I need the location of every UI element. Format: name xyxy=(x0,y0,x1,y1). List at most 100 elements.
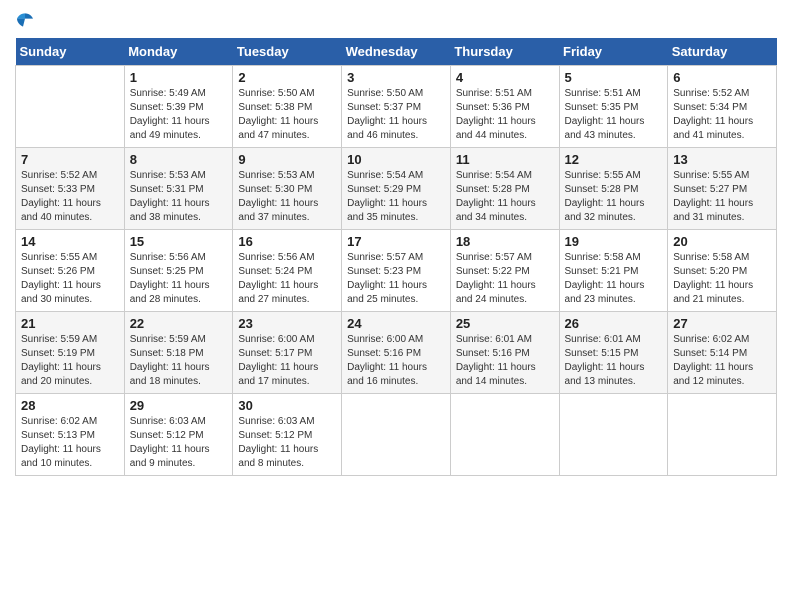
day-info: Sunrise: 6:03 AMSunset: 5:12 PMDaylight:… xyxy=(130,415,228,471)
day-of-week-header: Friday xyxy=(559,38,668,66)
calendar-day-cell: 26 Sunrise: 6:01 AMSunset: 5:15 PMDayligh… xyxy=(559,312,668,394)
day-info: Sunrise: 6:01 AMSunset: 5:15 PMDaylight:… xyxy=(565,333,663,389)
calendar-day-cell: 17Sunrise: 5:57 AMSunset: 5:23 PMDayligh… xyxy=(342,230,451,312)
calendar-day-cell: 20 Sunrise: 5:58 AMSunset: 5:20 PMDayligh… xyxy=(668,230,777,312)
day-number: 27 xyxy=(673,316,771,331)
day-info: Sunrise: 6:00 AMSunset: 5:16 PMDaylight:… xyxy=(347,333,445,389)
day-info: Sunrise: 6:01 AMSunset: 5:16 PMDaylight:… xyxy=(456,333,554,389)
calendar-day-cell xyxy=(668,394,777,476)
day-number: 29 xyxy=(130,398,228,413)
day-number: 22 xyxy=(130,316,228,331)
day-info: Sunrise: 5:55 AMSunset: 5:26 PMDaylight:… xyxy=(21,251,119,307)
day-info: Sunrise: 6:02 AMSunset: 5:13 PMDaylight:… xyxy=(21,415,119,471)
day-of-week-header: Monday xyxy=(124,38,233,66)
calendar-header-row: SundayMondayTuesdayWednesdayThursdayFrid… xyxy=(16,38,777,66)
calendar-day-cell: 23 Sunrise: 6:00 AMSunset: 5:17 PMDayligh… xyxy=(233,312,342,394)
calendar-day-cell xyxy=(16,66,125,148)
day-number: 5 xyxy=(565,70,663,85)
page-container: SundayMondayTuesdayWednesdayThursdayFrid… xyxy=(0,0,792,486)
day-number: 1 xyxy=(130,70,228,85)
day-info: Sunrise: 5:51 AMSunset: 5:36 PMDaylight:… xyxy=(456,87,554,143)
day-number: 19 xyxy=(565,234,663,249)
day-info: Sunrise: 5:55 AMSunset: 5:28 PMDaylight:… xyxy=(565,169,663,225)
day-of-week-header: Tuesday xyxy=(233,38,342,66)
day-number: 15 xyxy=(130,234,228,249)
calendar-day-cell xyxy=(450,394,559,476)
day-number: 9 xyxy=(238,152,336,167)
calendar-day-cell: 4 Sunrise: 5:51 AMSunset: 5:36 PMDaylight… xyxy=(450,66,559,148)
day-number: 6 xyxy=(673,70,771,85)
calendar-day-cell: 21 Sunrise: 5:59 AMSunset: 5:19 PMDayligh… xyxy=(16,312,125,394)
calendar-day-cell: 2 Sunrise: 5:50 AMSunset: 5:38 PMDaylight… xyxy=(233,66,342,148)
day-info: Sunrise: 5:59 AMSunset: 5:19 PMDaylight:… xyxy=(21,333,119,389)
calendar-day-cell: 29 Sunrise: 6:03 AMSunset: 5:12 PMDayligh… xyxy=(124,394,233,476)
day-info: Sunrise: 5:53 AMSunset: 5:30 PMDaylight:… xyxy=(238,169,336,225)
calendar-day-cell: 18 Sunrise: 5:57 AMSunset: 5:22 PMDayligh… xyxy=(450,230,559,312)
calendar-day-cell: 5Sunrise: 5:51 AMSunset: 5:35 PMDaylight… xyxy=(559,66,668,148)
calendar-day-cell: 11 Sunrise: 5:54 AMSunset: 5:28 PMDayligh… xyxy=(450,148,559,230)
day-info: Sunrise: 5:56 AMSunset: 5:25 PMDaylight:… xyxy=(130,251,228,307)
calendar-day-cell xyxy=(342,394,451,476)
day-number: 25 xyxy=(456,316,554,331)
day-info: Sunrise: 5:57 AMSunset: 5:22 PMDaylight:… xyxy=(456,251,554,307)
calendar-day-cell: 9 Sunrise: 5:53 AMSunset: 5:30 PMDaylight… xyxy=(233,148,342,230)
day-number: 4 xyxy=(456,70,554,85)
day-number: 12 xyxy=(565,152,663,167)
calendar-day-cell: 25 Sunrise: 6:01 AMSunset: 5:16 PMDayligh… xyxy=(450,312,559,394)
calendar-day-cell: 15 Sunrise: 5:56 AMSunset: 5:25 PMDayligh… xyxy=(124,230,233,312)
calendar-day-cell: 10 Sunrise: 5:54 AMSunset: 5:29 PMDayligh… xyxy=(342,148,451,230)
day-info: Sunrise: 5:55 AMSunset: 5:27 PMDaylight:… xyxy=(673,169,771,225)
day-number: 21 xyxy=(21,316,119,331)
day-of-week-header: Thursday xyxy=(450,38,559,66)
day-info: Sunrise: 5:58 AMSunset: 5:21 PMDaylight:… xyxy=(565,251,663,307)
day-number: 18 xyxy=(456,234,554,249)
day-number: 7 xyxy=(21,152,119,167)
day-info: Sunrise: 5:58 AMSunset: 5:20 PMDaylight:… xyxy=(673,251,771,307)
day-number: 24 xyxy=(347,316,445,331)
day-number: 16 xyxy=(238,234,336,249)
day-info: Sunrise: 5:50 AMSunset: 5:37 PMDaylight:… xyxy=(347,87,445,143)
day-info: Sunrise: 6:00 AMSunset: 5:17 PMDaylight:… xyxy=(238,333,336,389)
calendar-day-cell: 22 Sunrise: 5:59 AMSunset: 5:18 PMDayligh… xyxy=(124,312,233,394)
day-number: 30 xyxy=(238,398,336,413)
day-info: Sunrise: 5:54 AMSunset: 5:29 PMDaylight:… xyxy=(347,169,445,225)
calendar-day-cell: 19 Sunrise: 5:58 AMSunset: 5:21 PMDayligh… xyxy=(559,230,668,312)
calendar-week-row: 21 Sunrise: 5:59 AMSunset: 5:19 PMDayligh… xyxy=(16,312,777,394)
day-info: Sunrise: 5:50 AMSunset: 5:38 PMDaylight:… xyxy=(238,87,336,143)
day-info: Sunrise: 5:56 AMSunset: 5:24 PMDaylight:… xyxy=(238,251,336,307)
calendar-day-cell xyxy=(559,394,668,476)
day-number: 10 xyxy=(347,152,445,167)
day-number: 14 xyxy=(21,234,119,249)
day-info: Sunrise: 5:54 AMSunset: 5:28 PMDaylight:… xyxy=(456,169,554,225)
day-number: 23 xyxy=(238,316,336,331)
day-info: Sunrise: 5:59 AMSunset: 5:18 PMDaylight:… xyxy=(130,333,228,389)
day-number: 20 xyxy=(673,234,771,249)
day-info: Sunrise: 5:52 AMSunset: 5:34 PMDaylight:… xyxy=(673,87,771,143)
day-number: 11 xyxy=(456,152,554,167)
day-of-week-header: Wednesday xyxy=(342,38,451,66)
calendar-day-cell: 8 Sunrise: 5:53 AMSunset: 5:31 PMDaylight… xyxy=(124,148,233,230)
calendar-day-cell: 12 Sunrise: 5:55 AMSunset: 5:28 PMDayligh… xyxy=(559,148,668,230)
day-info: Sunrise: 6:02 AMSunset: 5:14 PMDaylight:… xyxy=(673,333,771,389)
day-info: Sunrise: 5:52 AMSunset: 5:33 PMDaylight:… xyxy=(21,169,119,225)
calendar-day-cell: 14 Sunrise: 5:55 AMSunset: 5:26 PMDayligh… xyxy=(16,230,125,312)
day-of-week-header: Sunday xyxy=(16,38,125,66)
calendar-week-row: 14 Sunrise: 5:55 AMSunset: 5:26 PMDayligh… xyxy=(16,230,777,312)
day-number: 28 xyxy=(21,398,119,413)
day-of-week-header: Saturday xyxy=(668,38,777,66)
calendar-day-cell: 13 Sunrise: 5:55 AMSunset: 5:27 PMDayligh… xyxy=(668,148,777,230)
calendar-day-cell: 28 Sunrise: 6:02 AMSunset: 5:13 PMDayligh… xyxy=(16,394,125,476)
calendar-day-cell: 3Sunrise: 5:50 AMSunset: 5:37 PMDaylight… xyxy=(342,66,451,148)
day-number: 26 xyxy=(565,316,663,331)
day-number: 2 xyxy=(238,70,336,85)
header xyxy=(15,10,777,30)
day-info: Sunrise: 5:49 AMSunset: 5:39 PMDaylight:… xyxy=(130,87,228,143)
day-number: 17 xyxy=(347,234,445,249)
day-info: Sunrise: 5:53 AMSunset: 5:31 PMDaylight:… xyxy=(130,169,228,225)
calendar-day-cell: 1 Sunrise: 5:49 AMSunset: 5:39 PMDaylight… xyxy=(124,66,233,148)
calendar-day-cell: 30 Sunrise: 6:03 AMSunset: 5:12 PMDayligh… xyxy=(233,394,342,476)
day-number: 8 xyxy=(130,152,228,167)
calendar-week-row: 7 Sunrise: 5:52 AMSunset: 5:33 PMDaylight… xyxy=(16,148,777,230)
day-info: Sunrise: 6:03 AMSunset: 5:12 PMDaylight:… xyxy=(238,415,336,471)
day-number: 13 xyxy=(673,152,771,167)
